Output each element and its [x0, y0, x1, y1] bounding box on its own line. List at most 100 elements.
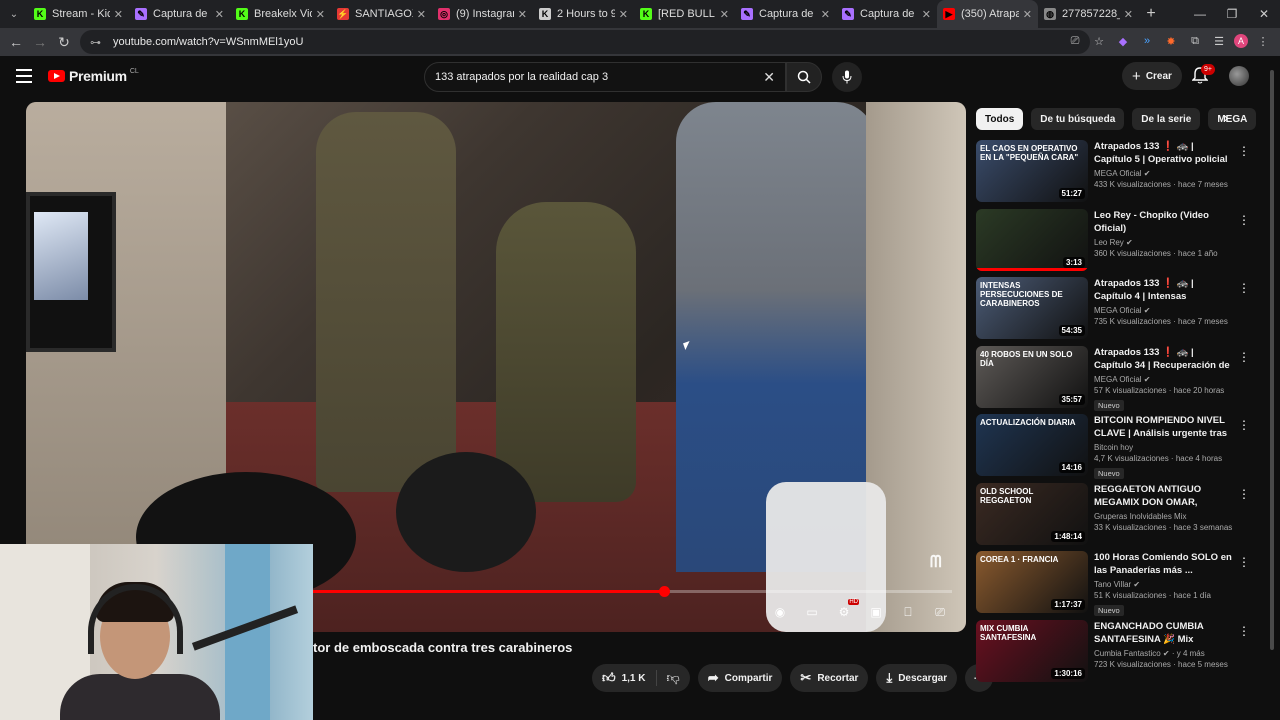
video-title[interactable]: ENGANCHADO CUMBIA SANTAFESINA 🎉 Mix Fies… — [1094, 620, 1234, 646]
browser-tab[interactable]: ⚡ SANTIAGOX ✕ — [331, 0, 432, 28]
tab-close-icon[interactable]: ✕ — [720, 8, 729, 21]
clear-search-icon[interactable]: ✕ — [763, 69, 775, 86]
extensions-puzzle-icon[interactable]: ⧉ — [1186, 32, 1204, 50]
video-title[interactable]: BITCOIN ROMPIENDO NIVEL CLAVE | Análisis… — [1094, 414, 1234, 440]
notifications-button[interactable]: 9+ — [1191, 64, 1215, 87]
progress-bar[interactable] — [312, 586, 952, 597]
tab-close-icon[interactable]: ✕ — [1124, 8, 1133, 21]
more-options-icon[interactable]: ⋮ — [1238, 350, 1250, 364]
recommendation-item[interactable]: 3:13 Leo Rey - Chopiko (Video Oficial) Leo… — [976, 208, 1256, 278]
video-thumbnail[interactable]: Corea 1 · Francia 1:17:37 — [976, 551, 1088, 613]
recommendation-item[interactable]: 40 robos en un solo día 35:57 Atrapados 13… — [976, 345, 1256, 415]
video-thumbnail[interactable]: Old school reggaeton 1:48:14 — [976, 482, 1088, 545]
progress-scrubber[interactable] — [659, 586, 670, 597]
tab-search-icon[interactable]: ⌄ — [0, 0, 28, 28]
youtube-premium-logo[interactable]: Premium CL — [48, 68, 139, 84]
filter-chip[interactable]: De la serie — [1132, 108, 1201, 130]
extension-icon-3[interactable]: ✸ — [1162, 32, 1180, 50]
autoplay-toggle-icon[interactable]: ◉ — [770, 602, 790, 622]
bookmark-star-icon[interactable]: ☆ — [1090, 32, 1108, 50]
scrollbar-thumb[interactable] — [1270, 70, 1274, 650]
dislike-button[interactable]: 👎︎ — [657, 670, 690, 686]
reload-icon[interactable]: ↻ — [52, 34, 76, 51]
subtitles-icon[interactable]: ▭ — [802, 602, 822, 622]
video-thumbnail[interactable]: 40 robos en un solo día 35:57 — [976, 345, 1088, 408]
recommendation-item[interactable]: Old school reggaeton 1:48:14 REGGAETON ANT… — [976, 482, 1256, 552]
back-icon[interactable]: ← — [4, 34, 28, 50]
video-title[interactable]: Atrapados 133 ❗ 🚓 | Capítulo 5 | Operati… — [1094, 140, 1234, 166]
reading-list-icon[interactable]: ☰ — [1210, 32, 1228, 50]
video-thumbnail[interactable]: El caos en operativo en la "pequeña cara… — [976, 140, 1088, 202]
more-options-icon[interactable]: ⋮ — [1238, 213, 1250, 227]
recommendation-item[interactable]: Intensas persecuciones de carabineros 54:… — [976, 277, 1256, 346]
extension-icon-1[interactable]: ◆ — [1114, 32, 1132, 50]
tab-close-icon[interactable]: ✕ — [1023, 8, 1032, 21]
chevron-right-icon[interactable]: › — [1216, 110, 1236, 128]
cast-to-tv-icon[interactable]: ⎚ — [930, 602, 950, 622]
browser-menu-icon[interactable]: ⋮ — [1254, 32, 1272, 50]
filter-chip[interactable]: Todos — [976, 108, 1024, 130]
recommendation-item[interactable]: El caos en operativo en la "pequeña cara… — [976, 140, 1256, 209]
channel-name[interactable]: MEGA Oficial ✔ — [1094, 306, 1234, 315]
channel-name[interactable]: Cumbia Fantastico ✔ · y 4 más — [1094, 649, 1234, 658]
channel-name[interactable]: MEGA Oficial ✔ — [1094, 169, 1234, 178]
menu-hamburger-icon[interactable] — [16, 69, 32, 83]
tab-close-icon[interactable]: ✕ — [922, 8, 931, 21]
recommendation-item[interactable]: Corea 1 · Francia 1:17:37 100 Horas Comien… — [976, 551, 1256, 620]
tab-close-icon[interactable]: ✕ — [417, 8, 426, 21]
channel-name[interactable]: Gruperas Inolvidables Mix — [1094, 512, 1234, 521]
tab-close-icon[interactable]: ✕ — [518, 8, 527, 21]
browser-tab[interactable]: ✎ Captura de pantalla ✕ — [129, 0, 230, 28]
more-options-icon[interactable]: ⋮ — [1238, 281, 1250, 295]
browser-tab[interactable]: ✎ Captura de pan ✕ — [735, 0, 836, 28]
filter-chip[interactable]: De tu búsqueda — [1031, 108, 1125, 130]
share-button[interactable]: ➦ Compartir — [697, 664, 783, 692]
more-options-icon[interactable]: ⋮ — [1238, 487, 1250, 501]
tab-close-icon[interactable]: ✕ — [821, 8, 830, 21]
browser-tab[interactable]: K [RED BULL PLA ✕ — [634, 0, 735, 28]
video-thumbnail[interactable]: Mix Cumbia Santafesina 1:30:16 — [976, 619, 1088, 682]
channel-name[interactable]: Tano Villar ✔ — [1094, 580, 1234, 589]
channel-name[interactable]: Leo Rey ✔ — [1094, 238, 1234, 247]
theater-mode-icon[interactable]: ⎕ — [898, 602, 918, 622]
page-scrollbar[interactable] — [1268, 60, 1276, 690]
create-button[interactable]: + Crear — [1122, 62, 1182, 90]
site-info-icon[interactable]: ⊶ — [90, 36, 101, 49]
miniplayer-icon[interactable]: ▣ — [866, 602, 886, 622]
video-thumbnail[interactable]: Intensas persecuciones de carabineros 54:… — [976, 277, 1088, 339]
settings-gear-icon[interactable]: ⚙ — [834, 599, 859, 622]
url-field[interactable]: ⊶ youtube.com/watch?v=WSnmMEl1yoU — [80, 30, 1090, 54]
search-button[interactable] — [786, 62, 822, 92]
video-thumbnail[interactable]: Actualización diaria 14:16 — [976, 414, 1088, 476]
recommendation-item[interactable]: Mix Cumbia Santafesina 1:30:16 ENGANCHADO … — [976, 619, 1256, 689]
browser-tab[interactable]: ✎ Captura de pan ✕ — [836, 0, 937, 28]
fullscreen-icon[interactable]: ⤢ — [962, 602, 966, 622]
extension-icon-2[interactable]: » — [1138, 32, 1156, 50]
channel-name[interactable]: MEGA Oficial ✔ — [1094, 375, 1234, 384]
video-title[interactable]: Atrapados 133 ❗ 🚓 | Capítulo 34 | Recupe… — [1094, 346, 1234, 372]
video-title[interactable]: Atrapados 133 ❗ 🚓 | Capítulo 4 | Intensa… — [1094, 277, 1234, 303]
video-thumbnail[interactable]: 3:13 — [976, 208, 1088, 271]
video-title[interactable]: Leo Rey - Chopiko (Video Oficial) — [1094, 209, 1234, 235]
cast-icon[interactable]: ⎚ — [1066, 32, 1084, 50]
browser-tab[interactable]: ▶ (350) Atrapados ✕ — [937, 0, 1038, 28]
voice-search-button[interactable] — [832, 62, 862, 92]
like-button[interactable]: 👍︎ 1,1 K — [592, 670, 657, 686]
tab-close-icon[interactable]: ✕ — [114, 8, 123, 21]
video-title[interactable]: REGGAETON ANTIGUO MEGAMIX DON OMAR, DADD… — [1094, 483, 1234, 509]
close-window-icon[interactable]: ✕ — [1248, 0, 1280, 28]
browser-tab[interactable]: K Breakelx Video ✕ — [230, 0, 331, 28]
browser-tab[interactable]: ◍ 277857228_10 ✕ — [1038, 0, 1139, 28]
more-options-icon[interactable]: ⋮ — [1238, 624, 1250, 638]
account-avatar[interactable] — [1229, 66, 1249, 86]
browser-tab[interactable]: ◎ (9) Instagram ✕ — [432, 0, 533, 28]
more-options-icon[interactable]: ⋮ — [1238, 418, 1250, 432]
channel-name[interactable]: Bitcoin hoy — [1094, 443, 1234, 452]
tab-close-icon[interactable]: ✕ — [316, 8, 325, 21]
new-tab-button[interactable]: + — [1139, 5, 1163, 23]
download-button[interactable]: ⤓ Descargar — [876, 664, 958, 692]
recommendation-item[interactable]: Actualización diaria 14:16 BITCOIN ROMPIEN… — [976, 414, 1256, 483]
forward-icon[interactable]: → — [28, 34, 52, 50]
video-title[interactable]: 100 Horas Comiendo SOLO en las Panadería… — [1094, 551, 1234, 577]
tab-close-icon[interactable]: ✕ — [215, 8, 224, 21]
